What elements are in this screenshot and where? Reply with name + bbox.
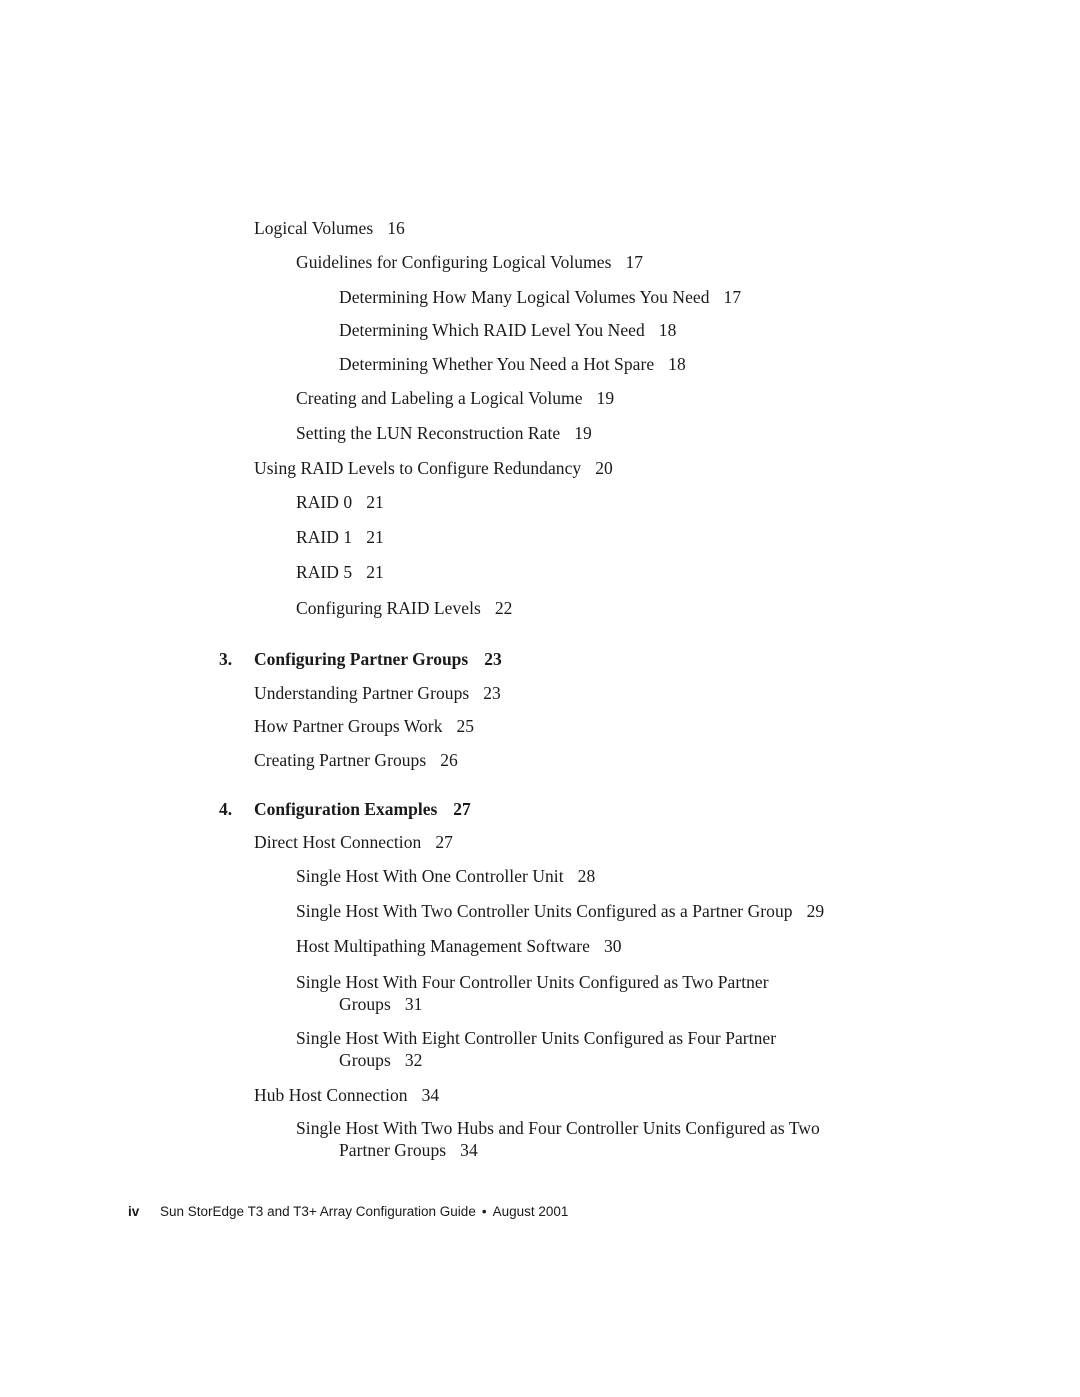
toc-entry[interactable]: Creating and Labeling a Logical Volume 19 [296,387,614,409]
toc-entry-title: Single Host With Four Controller Units C… [296,972,769,992]
toc-entry-title: Configuring RAID Levels [296,598,481,618]
page-footer: iv Sun StorEdge T3 and T3+ Array Configur… [128,1203,568,1221]
toc-entry[interactable]: How Partner Groups Work 25 [254,715,474,737]
toc-entry[interactable]: Using RAID Levels to Configure Redundanc… [254,457,613,479]
toc-entry-page: 21 [366,492,384,512]
toc-entry[interactable]: Guidelines for Configuring Logical Volum… [296,251,643,273]
toc-entry-title-continued: Partner Groups [339,1140,447,1160]
toc-entry[interactable]: Setting the LUN Reconstruction Rate 19 [296,422,592,444]
toc-entry-page: 19 [574,423,592,443]
toc-entry-page: 26 [440,750,458,770]
chapter-page: 23 [484,649,502,669]
toc-entry-title: Logical Volumes [254,218,374,238]
toc-entry[interactable]: Determining Whether You Need a Hot Spare… [339,353,686,375]
toc-entry[interactable]: RAID 5 21 [296,561,384,583]
toc-entry-title: Single Host With Two Controller Units Co… [296,901,793,921]
toc-entry-page: 34 [460,1140,478,1160]
toc-entry-title: RAID 1 [296,527,353,547]
toc-entry-title: Single Host With Eight Controller Units … [296,1028,777,1048]
toc-entry-page: 22 [494,598,513,618]
toc-entry-title: Guidelines for Configuring Logical Volum… [296,252,612,272]
toc-entry[interactable]: Single Host With One Controller Unit 28 [296,865,595,887]
toc-entry-title: Using RAID Levels to Configure Redundanc… [254,458,582,478]
toc-entry-page: 28 [577,866,596,886]
toc-entry-title: Direct Host Connection [254,832,422,852]
toc-entry-page: 25 [456,716,475,736]
toc-entry-page: 23 [483,683,501,703]
toc-entry[interactable]: Single Host With Eight Controller Units … [296,1027,776,1071]
toc-entry-title: Determining Whether You Need a Hot Spare [339,354,655,374]
toc-entry-page: 18 [658,320,677,340]
toc-entry-title: Host Multipathing Management Software [296,936,590,956]
toc-entry-page: 34 [421,1085,440,1105]
toc-entry-title: How Partner Groups Work [254,716,443,736]
toc-entry[interactable]: Configuring RAID Levels 22 [296,597,512,619]
toc-entry[interactable]: Determining Which RAID Level You Need 18 [339,319,676,341]
toc-entry-page: 20 [595,458,613,478]
toc-entry[interactable]: Creating Partner Groups 26 [254,749,458,771]
toc-entry-page: 21 [366,562,384,582]
book-title: Sun StorEdge T3 and T3+ Array Configurat… [160,1204,476,1219]
toc-entry-page: 16 [387,218,405,238]
toc-entry-page: 17 [625,252,644,272]
toc-entry[interactable]: RAID 1 21 [296,526,384,548]
toc-entry-title: Creating Partner Groups [254,750,427,770]
toc-entry[interactable]: Hub Host Connection 34 [254,1084,439,1106]
toc-entry[interactable]: Host Multipathing Management Software 30 [296,935,622,957]
toc-entry-title-continued: Groups [339,1050,391,1070]
toc-entry-page: 31 [404,994,423,1014]
toc-entry-page: 19 [596,388,615,408]
chapter-title: Configuring Partner Groups [254,649,469,669]
toc-entry-page: 17 [723,287,742,307]
footer-separator: • [481,1204,487,1219]
toc-entry[interactable]: Determining How Many Logical Volumes You… [339,286,741,308]
toc-entry-title: Hub Host Connection [254,1085,408,1105]
chapter-page: 27 [453,799,471,819]
chapter-number: 4. [219,799,233,819]
toc-entry-title: Single Host With One Controller Unit [296,866,564,886]
toc-entry-title: Setting the LUN Reconstruction Rate [296,423,561,443]
toc-entry-page: 18 [668,354,686,374]
toc-entry-title: Understanding Partner Groups [254,683,470,703]
toc-entry-page: 27 [435,832,453,852]
chapter-number: 3. [219,649,233,669]
toc-entry-title: RAID 5 [296,562,353,582]
toc-entry-title: Creating and Labeling a Logical Volume [296,388,583,408]
page-folio: iv [128,1204,140,1219]
toc-entry[interactable]: Logical Volumes 16 [254,217,405,239]
toc-entry-page: 30 [603,936,622,956]
toc-entry-title: RAID 0 [296,492,353,512]
toc-entry-title: Determining Which RAID Level You Need [339,320,645,340]
toc-entry[interactable]: Understanding Partner Groups 23 [254,682,501,704]
toc-entry[interactable]: Single Host With Four Controller Units C… [296,971,769,1015]
toc-entry-page: 29 [806,901,825,921]
publication-date: August 2001 [492,1204,569,1219]
chapter-title: Configuration Examples [254,799,438,819]
toc-entry-title: Single Host With Two Hubs and Four Contr… [296,1118,820,1138]
toc-entry[interactable]: Single Host With Two Hubs and Four Contr… [296,1117,820,1161]
toc-entry-page: 32 [404,1050,423,1070]
toc-entry[interactable]: Single Host With Two Controller Units Co… [296,900,824,922]
toc-entry-title-continued: Groups [339,994,391,1014]
toc-entry-page: 21 [366,527,384,547]
toc-entry[interactable]: Direct Host Connection 27 [254,831,453,853]
toc-entry[interactable]: RAID 0 21 [296,491,384,513]
toc-entry-title: Determining How Many Logical Volumes You… [339,287,710,307]
